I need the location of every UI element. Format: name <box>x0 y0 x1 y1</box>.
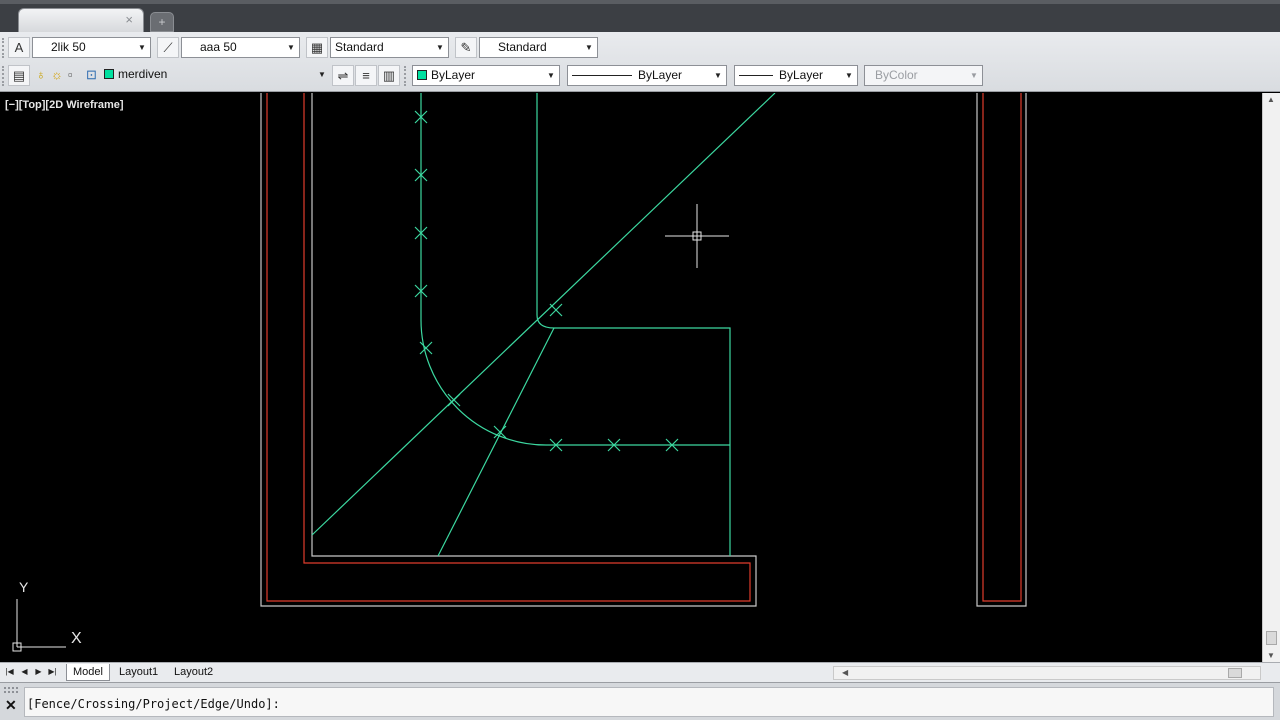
tab-layout1[interactable]: Layout1 <box>113 664 164 681</box>
chevron-down-icon: ▼ <box>436 43 444 52</box>
command-line-grip[interactable] <box>4 687 18 693</box>
multileader-style-icon[interactable]: ✎ <box>455 37 477 58</box>
new-tab-button[interactable]: + <box>150 12 174 32</box>
lineweight-preview <box>739 75 773 77</box>
scroll-left-icon[interactable]: ◀ <box>842 667 848 679</box>
first-tab-icon[interactable]: |◀ <box>4 666 15 678</box>
scroll-down-icon[interactable]: ▼ <box>1267 651 1275 660</box>
diagonal-line <box>311 93 776 536</box>
scroll-thumb[interactable] <box>1266 631 1277 645</box>
table-style-select[interactable]: Standard ▼ <box>330 37 449 58</box>
text-style-value: 2lik 50 <box>51 40 86 54</box>
dim-style-select[interactable]: aaa 50 ▼ <box>181 37 300 58</box>
vertical-scrollbar[interactable]: ▲ ▼ <box>1262 93 1280 662</box>
autocad-window: × + A 2lik 50 ▼ ⟋ aaa 50 ▼ ▦ Standard ▼ … <box>0 0 1280 720</box>
color-value: ByLayer <box>431 68 476 82</box>
layer-value: merdiven <box>118 67 168 81</box>
close-icon[interactable]: ✕ <box>5 697 17 714</box>
dim-style-icon[interactable]: ⟋ <box>157 37 179 58</box>
toolbar-grip[interactable] <box>2 66 5 86</box>
tab-layout2[interactable]: Layout2 <box>168 664 219 681</box>
ucs-icon <box>12 599 66 652</box>
linetype-preview <box>572 75 632 77</box>
toolbar-area: A 2lik 50 ▼ ⟋ aaa 50 ▼ ▦ Standard ▼ ✎ St… <box>0 32 1280 92</box>
layer-state-icon[interactable]: ▥ <box>378 65 400 86</box>
ucs-x-label: X <box>71 630 82 647</box>
dim-style-value: aaa 50 <box>200 40 237 54</box>
bulb-icon[interactable]: ♁ <box>36 67 46 82</box>
plotstyle-value: ByColor <box>875 68 918 82</box>
scroll-thumb[interactable] <box>1228 668 1242 678</box>
chevron-down-icon: ▼ <box>547 71 555 80</box>
table-style-icon[interactable]: ▦ <box>306 37 328 58</box>
linetype-value: ByLayer <box>638 68 683 82</box>
layer-select[interactable]: merdiven ▼ <box>100 65 330 86</box>
horizontal-scrollbar[interactable]: ◀ <box>833 666 1261 680</box>
winder-line <box>437 327 555 557</box>
layer-color-swatch <box>104 69 114 79</box>
wall-inner-line <box>982 93 1022 602</box>
layers-toolbar: ▤ ♁ ☼ ▫ ⊡ merdiven ▼ ⇌ ≡ ▥ ByLayer ▼ ByL… <box>0 62 1280 89</box>
ucs-y-label: Y <box>19 579 29 595</box>
toolbar-grip[interactable] <box>2 38 5 58</box>
viewport-controls-label[interactable]: [−][Top][2D Wireframe] <box>5 99 124 111</box>
layer-previous-icon[interactable]: ≡ <box>355 65 377 86</box>
toolbar-grip[interactable] <box>404 66 407 86</box>
drawing-viewport[interactable]: [−][Top][2D Wireframe] Y X <box>0 93 1262 662</box>
chevron-down-icon: ▼ <box>845 71 853 80</box>
plotstyle-select: ByColor ▼ <box>864 65 983 86</box>
text-style-select[interactable]: 2lik 50 ▼ <box>32 37 151 58</box>
chevron-down-icon: ▼ <box>585 43 593 52</box>
stair-walkline <box>420 93 730 446</box>
lineweight-value: ByLayer <box>779 68 824 82</box>
layout-tab-bar: |◀ ◀ ▶ ▶| Model Layout1 Layout2 ◀ <box>0 662 1280 682</box>
layer-properties-icon[interactable]: ▤ <box>8 65 30 86</box>
make-current-icon[interactable]: ⇌ <box>332 65 354 86</box>
close-tab-icon[interactable]: × <box>125 12 133 27</box>
command-line-window: ✕ [Fence/Crossing/Project/Edge/Undo]: <box>0 682 1280 720</box>
wall-outline <box>260 93 757 607</box>
scroll-up-icon[interactable]: ▲ <box>1267 95 1275 104</box>
stair-inner-line <box>536 93 731 556</box>
next-tab-icon[interactable]: ▶ <box>33 666 44 678</box>
multileader-style-select[interactable]: Standard ▼ <box>479 37 598 58</box>
command-prompt[interactable]: [Fence/Crossing/Project/Edge/Undo]: <box>24 687 1274 717</box>
styles-toolbar: A 2lik 50 ▼ ⟋ aaa 50 ▼ ▦ Standard ▼ ✎ St… <box>0 34 1280 61</box>
chevron-down-icon: ▼ <box>138 43 146 52</box>
wall-outline <box>976 93 1027 607</box>
drawing-canvas <box>12 93 1027 652</box>
color-swatch <box>417 70 427 80</box>
lineweight-select[interactable]: ByLayer ▼ <box>734 65 858 86</box>
text-style-icon[interactable]: A <box>8 37 30 58</box>
document-tab-strip: × + <box>0 0 1280 32</box>
sun-icon[interactable]: ☼ <box>51 67 63 82</box>
document-tab[interactable]: × <box>18 8 144 32</box>
linetype-select[interactable]: ByLayer ▼ <box>567 65 727 86</box>
chevron-down-icon: ▼ <box>318 70 326 79</box>
table-style-value: Standard <box>335 40 384 54</box>
color-select[interactable]: ByLayer ▼ <box>412 65 560 86</box>
crosshair-cursor <box>665 204 729 268</box>
lock-icon[interactable]: ⊡ <box>86 67 97 83</box>
tab-model[interactable]: Model <box>66 664 110 681</box>
multileader-style-value: Standard <box>498 40 547 54</box>
division-markers <box>414 110 679 452</box>
chevron-down-icon: ▼ <box>970 71 978 80</box>
freeze-icon[interactable]: ▫ <box>68 67 73 82</box>
chevron-down-icon: ▼ <box>287 43 295 52</box>
last-tab-icon[interactable]: ▶| <box>47 666 58 678</box>
chevron-down-icon: ▼ <box>714 71 722 80</box>
prev-tab-icon[interactable]: ◀ <box>19 666 30 678</box>
